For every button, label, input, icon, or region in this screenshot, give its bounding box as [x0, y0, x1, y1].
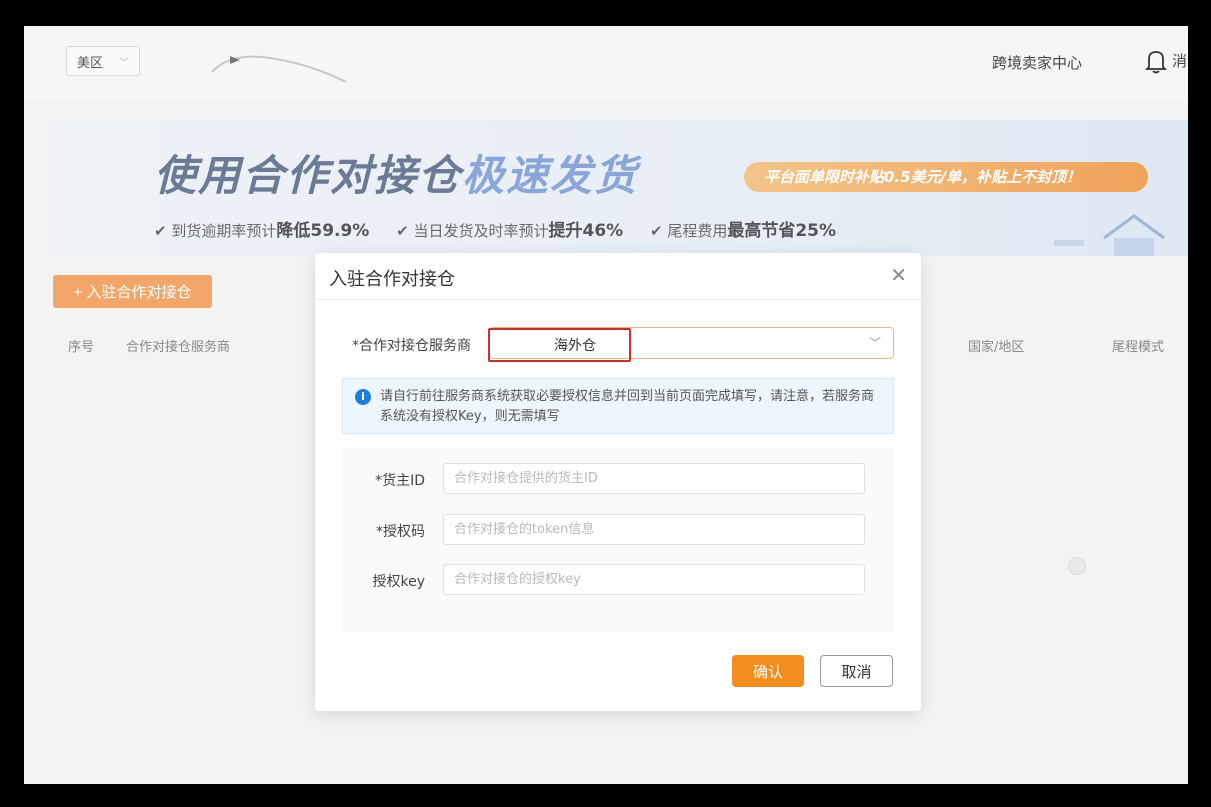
banner-stat-prefix: 到货逾期率预计 — [171, 222, 277, 240]
banner-stat: ✔ 尾程费用最高节省25% — [649, 221, 837, 241]
close-icon[interactable]: ✕ — [890, 263, 907, 287]
floating-dot[interactable] — [1068, 557, 1086, 575]
promo-banner[interactable]: 使用合作对接仓极速发货 平台面单限时补贴0.5美元/单，补贴上不封顶！ ✔ 到货… — [54, 120, 1188, 256]
banner-title-main: 使用合作对接仓 — [154, 151, 463, 200]
banner-stat-value: 最高节省25% — [727, 221, 837, 241]
confirm-button[interactable]: 确认 — [732, 655, 804, 687]
chevron-down-icon: ﹀ — [868, 336, 881, 350]
highlight-annotation-box — [488, 328, 631, 362]
banner-title: 使用合作对接仓极速发货 — [154, 142, 638, 203]
dialog-title: 入驻合作对接仓 — [329, 269, 455, 290]
banner-stats: ✔ 到货逾期率预计降低59.9% ✔ 当日发货及时率预计提升46% ✔ 尾程费用… — [154, 216, 858, 241]
dialog-divider — [315, 299, 921, 300]
auth-key-input[interactable] — [443, 564, 865, 595]
add-partner-warehouse-button[interactable]: + 入驻合作对接仓 — [53, 275, 212, 308]
banner-subsidy-pill: 平台面单限时补贴0.5美元/单，补贴上不封顶！ — [744, 162, 1148, 192]
check-icon: ✔ — [154, 222, 172, 240]
column-provider: 合作对接仓服务商 — [126, 340, 231, 355]
banner-title-highlight: 极速发货 — [462, 151, 639, 200]
owner-id-label: *货主ID — [375, 473, 425, 489]
column-country: 国家/地区 — [968, 340, 1025, 355]
info-notice-text: 请自行前往服务商系统获取必要授权信息并回到当前页面完成填写，请注意，若服务商系统… — [380, 389, 875, 424]
banner-stat: ✔ 到货逾期率预计降低59.9% — [154, 221, 370, 241]
auth-key-label: 授权key — [372, 574, 425, 590]
warehouse-illustration-icon — [1054, 214, 1165, 256]
info-icon: i — [355, 389, 371, 405]
bell-icon[interactable] — [1144, 48, 1168, 74]
banner-stat-prefix: 尾程费用 — [667, 222, 728, 240]
join-warehouse-dialog: 入驻合作对接仓 ✕ *合作对接仓服务商 海外仓 ﹀ i 请自行前往服务商系统获取… — [315, 253, 921, 711]
check-icon: ✔ — [396, 222, 414, 240]
cancel-button[interactable]: 取消 — [820, 655, 893, 687]
banner-stat: ✔ 当日发货及时率预计提升46% — [396, 221, 624, 241]
messages-link[interactable]: 消 — [1172, 50, 1187, 71]
region-select[interactable]: 美区 ﹀ — [66, 46, 140, 76]
chevron-down-icon: ﹀ — [119, 57, 130, 69]
banner-stat-value: 降低59.9% — [276, 221, 370, 241]
check-icon: ✔ — [649, 222, 668, 240]
seller-center-link[interactable]: 跨境卖家中心 — [992, 52, 1082, 73]
auth-code-input[interactable] — [443, 514, 865, 545]
owner-id-input[interactable] — [443, 463, 865, 494]
logo-swoosh-icon — [211, 55, 347, 83]
info-notice: i 请自行前往服务商系统获取必要授权信息并回到当前页面完成填写，请注意，若服务商… — [342, 378, 894, 434]
auth-code-label: *授权码 — [376, 524, 425, 540]
provider-label: *合作对接仓服务商 — [352, 338, 471, 354]
top-bar: 美区 ﹀ 跨境卖家中心 消 — [24, 26, 1188, 98]
column-last-mile: 尾程模式 — [1112, 340, 1165, 355]
banner-stat-prefix: 当日发货及时率预计 — [413, 222, 549, 240]
banner-stat-value: 提升46% — [548, 221, 624, 241]
column-index: 序号 — [68, 340, 95, 355]
region-value: 美区 — [77, 55, 104, 71]
